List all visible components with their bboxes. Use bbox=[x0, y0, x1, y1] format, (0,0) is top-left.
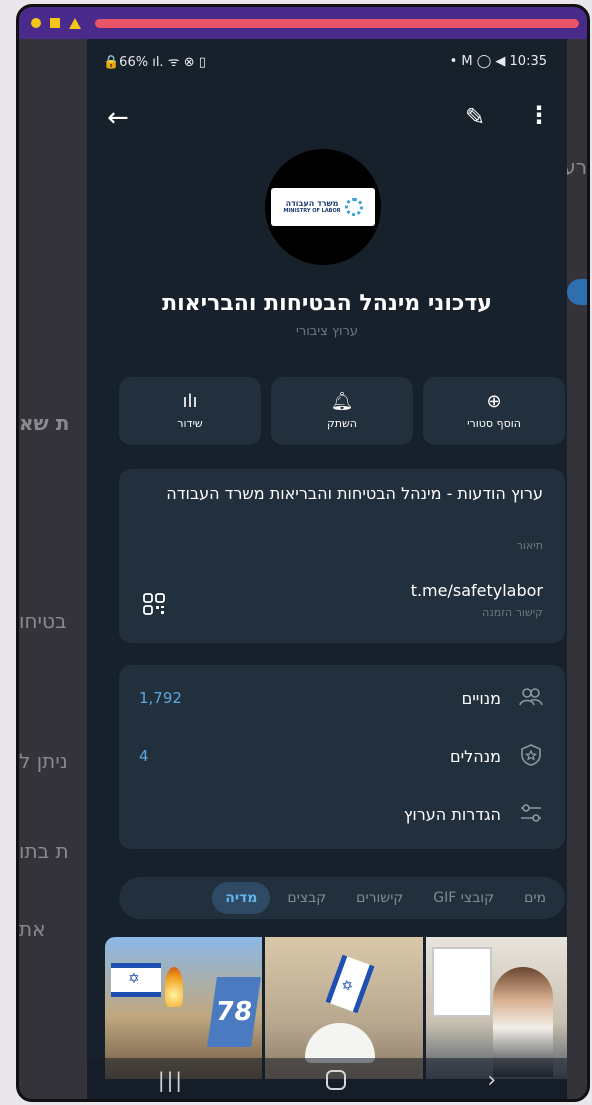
channel-name: עדכוני מינהל הבטיחות והבריאות bbox=[162, 291, 492, 316]
recent-apps-icon[interactable]: ||| bbox=[158, 1068, 184, 1092]
admins-row[interactable]: 4 מנהלים bbox=[119, 727, 565, 785]
status-right: • M ◯ ◀ 10:35 bbox=[449, 53, 547, 69]
bell-icon: 🔔︎ bbox=[330, 390, 354, 412]
admins-count: 4 bbox=[139, 747, 149, 765]
torch-icon bbox=[165, 967, 183, 1007]
channel-settings-label: הגדרות הערוץ bbox=[403, 805, 501, 824]
system-nav-bar: ||| › bbox=[87, 1058, 567, 1099]
subscribers-label: מנויים bbox=[461, 689, 501, 708]
photo-sign-78: 78 bbox=[207, 977, 262, 1047]
channel-settings-row[interactable]: הגדרות הערוץ bbox=[119, 785, 565, 843]
tab-gifs[interactable]: קובצי GIF bbox=[420, 882, 507, 914]
poster-image bbox=[431, 947, 492, 1017]
window-frame: רע ת שא בטיחו ניתן ל ת בתו את 🔒66% ıl. ᯤ… bbox=[16, 4, 590, 1102]
background-text: את bbox=[19, 917, 46, 941]
circle-icon[interactable] bbox=[31, 18, 41, 28]
status-bar: 🔒66% ıl. ᯤ ⊗ ▯ • M ◯ ◀ 10:35 bbox=[87, 39, 567, 83]
info-card: ערוץ הודעות - מינהל הבטיחות והבריאות משר… bbox=[119, 469, 565, 643]
background-text: ניתן ל bbox=[19, 749, 68, 773]
subscribers-icon bbox=[519, 685, 543, 709]
top-bar: ← ✎ ⋮ bbox=[87, 99, 567, 139]
mute-button[interactable]: 🔔︎ השתק bbox=[271, 377, 413, 445]
invite-link-label: קישור הזמנה bbox=[482, 606, 543, 619]
add-story-label: הוסף סטורי bbox=[467, 416, 521, 430]
ministry-logo: משרד העבודה MINISTRY OF LABOR bbox=[271, 188, 375, 226]
hard-hat-icon bbox=[305, 1023, 376, 1063]
subscribers-count: 1,792 bbox=[139, 689, 182, 707]
title-progress-bar bbox=[95, 18, 579, 28]
triangle-icon[interactable] bbox=[69, 17, 81, 29]
back-arrow-icon[interactable]: ← bbox=[107, 103, 129, 133]
channel-description: ערוץ הודעות - מינהל הבטיחות והבריאות משר… bbox=[166, 484, 543, 503]
add-story-icon: ⊕ bbox=[486, 390, 502, 412]
nav-back-icon[interactable]: › bbox=[487, 1068, 496, 1093]
background-text: ת בתו bbox=[19, 839, 69, 863]
tab-files[interactable]: קבצים bbox=[274, 882, 339, 914]
broadcast-label: שידור bbox=[177, 416, 203, 430]
israel-flag-icon bbox=[111, 963, 161, 997]
background-text: בטיחו bbox=[19, 609, 67, 633]
channel-avatar[interactable]: משרד העבודה MINISTRY OF LABOR bbox=[265, 149, 381, 265]
stats-card: 1,792 מנויים 4 מנהלים הגדרות הערוץ bbox=[119, 665, 565, 849]
add-story-button[interactable]: ⊕ הוסף סטורי bbox=[423, 377, 565, 445]
qr-code-icon[interactable] bbox=[143, 593, 165, 615]
pencil-icon[interactable]: ✎ bbox=[465, 103, 485, 131]
mute-label: השתק bbox=[326, 416, 357, 430]
media-tabs: מדיה קבצים קישורים קובצי GIF מים bbox=[119, 877, 565, 919]
logo-subtext: MINISTRY OF LABOR bbox=[283, 207, 341, 214]
square-icon[interactable] bbox=[50, 18, 60, 28]
more-vertical-icon[interactable]: ⋮ bbox=[527, 101, 551, 129]
invite-link[interactable]: t.me/safetylabor bbox=[411, 581, 543, 600]
status-left: 🔒66% ıl. ᯤ ⊗ ▯ bbox=[103, 55, 206, 70]
israel-flag-icon bbox=[325, 954, 375, 1014]
action-buttons: ılı שידור 🔔︎ השתק ⊕ הוסף סטורי bbox=[119, 377, 565, 445]
admins-icon bbox=[519, 743, 543, 767]
phone-screen: 🔒66% ıl. ᯤ ⊗ ▯ • M ◯ ◀ 10:35 ← ✎ ⋮ משרד … bbox=[87, 39, 567, 1099]
home-icon[interactable] bbox=[325, 1070, 346, 1090]
tab-media[interactable]: מדיה bbox=[212, 882, 271, 914]
channel-type: ערוץ ציבורי bbox=[295, 324, 359, 339]
background-badge bbox=[567, 279, 587, 305]
tab-more[interactable]: מים bbox=[511, 882, 559, 914]
tab-links[interactable]: קישורים bbox=[343, 882, 416, 914]
admins-label: מנהלים bbox=[449, 747, 501, 766]
background-text: ת שא bbox=[19, 411, 70, 435]
logo-emblem-icon bbox=[344, 198, 363, 216]
window-titlebar bbox=[19, 7, 587, 39]
settings-sliders-icon bbox=[519, 801, 543, 825]
subscribers-row[interactable]: 1,792 מנויים bbox=[119, 669, 565, 727]
broadcast-button[interactable]: ılı שידור bbox=[119, 377, 261, 445]
description-label: תיאור bbox=[516, 539, 543, 552]
broadcast-icon: ılı bbox=[182, 390, 198, 412]
